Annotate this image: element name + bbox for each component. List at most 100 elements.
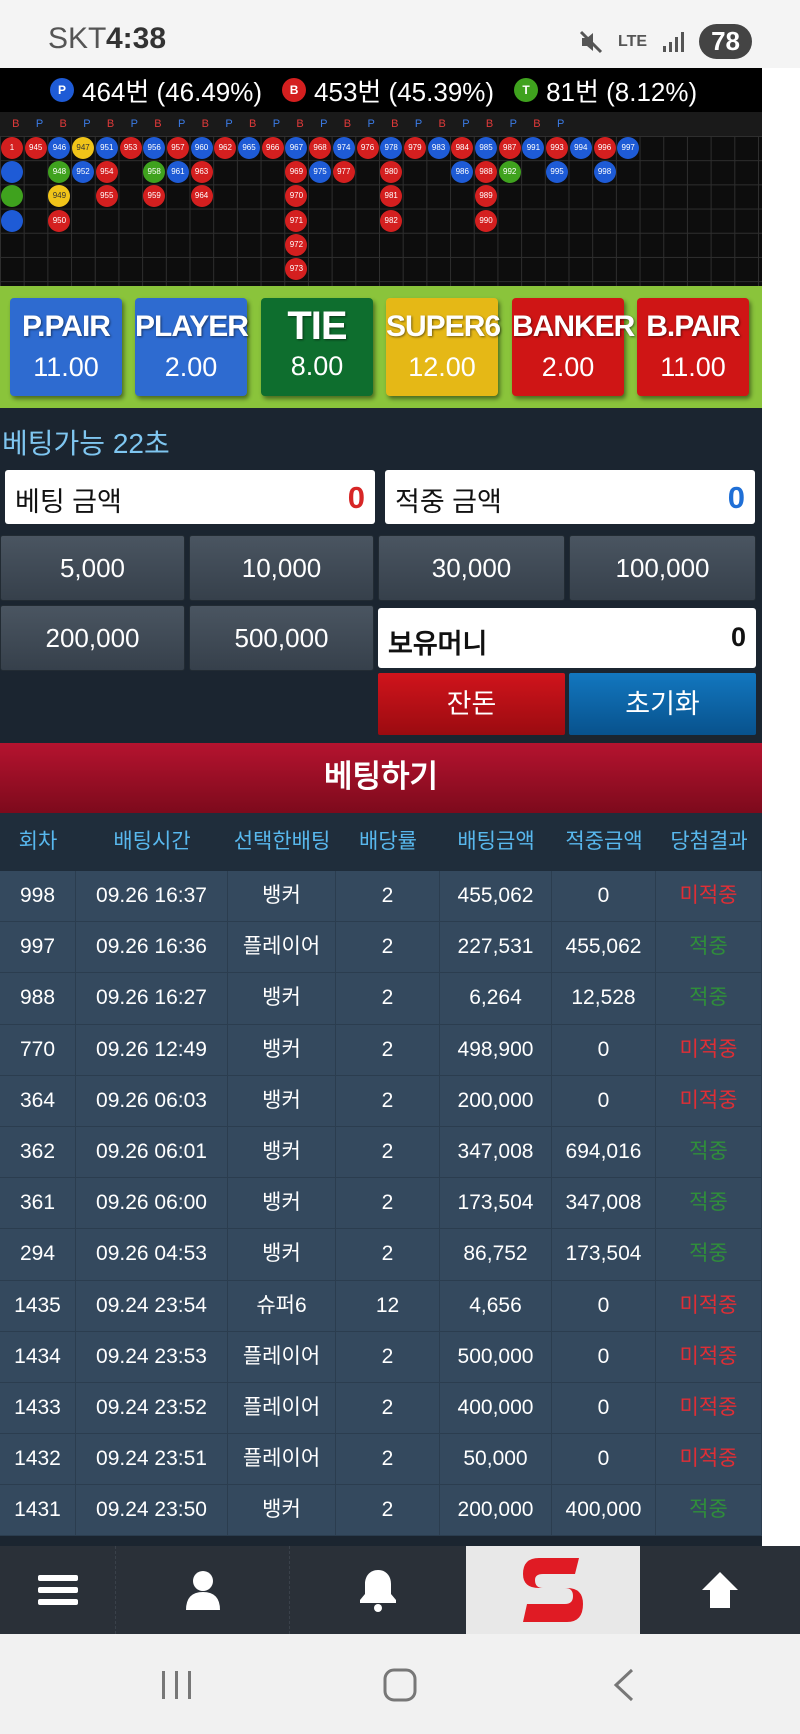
table-row: 988 09.26 16:27 뱅커 2 6,264 12,528 적중 bbox=[0, 973, 762, 1025]
bet-banker-button[interactable]: BANKER 2.00 bbox=[512, 298, 635, 396]
home-logo-button[interactable] bbox=[466, 1546, 640, 1634]
round-cell: 770 bbox=[0, 1024, 76, 1075]
win-amount-cell: 0 bbox=[552, 1280, 656, 1331]
round-cell: 988 bbox=[0, 973, 76, 1024]
selection-cell: 플레이어 bbox=[228, 1434, 336, 1485]
bead: 948 bbox=[48, 161, 71, 184]
table-row: 1435 09.24 23:54 슈퍼6 12 4,656 0 미적중 bbox=[0, 1280, 762, 1332]
win-amount-cell: 12,528 bbox=[552, 973, 656, 1024]
bet-odds: 11.00 bbox=[660, 352, 726, 382]
bead: 984 bbox=[451, 137, 474, 159]
road-header-cell: B bbox=[533, 118, 541, 130]
bet-time-cell: 09.26 04:53 bbox=[76, 1229, 228, 1280]
result-cell: 미적중 bbox=[656, 1331, 762, 1382]
bet-amount-cell: 50,000 bbox=[440, 1434, 552, 1485]
status-bar: SKT 4:38 LTE 78 bbox=[0, 0, 800, 68]
selection-cell: 뱅커 bbox=[228, 1229, 336, 1280]
menu-button[interactable] bbox=[0, 1546, 116, 1634]
result-cell: 적중 bbox=[656, 922, 762, 973]
tie-badge: T bbox=[514, 78, 539, 102]
bead: 995 bbox=[546, 161, 569, 184]
player-badge: P bbox=[50, 78, 74, 102]
win-amount-value: 0 bbox=[727, 480, 745, 515]
bead: 964 bbox=[190, 185, 213, 208]
place-bet-button[interactable]: 베팅하기 bbox=[0, 743, 762, 813]
bead: 997 bbox=[617, 137, 640, 159]
result-cell: 미적중 bbox=[656, 871, 762, 922]
selection-cell: 뱅커 bbox=[228, 1485, 336, 1536]
round-cell: 362 bbox=[0, 1126, 76, 1178]
betting-countdown: 베팅가능 22초 bbox=[2, 428, 170, 459]
bead: 980 bbox=[380, 161, 403, 184]
banker-stat: B 453번 (45.39%) bbox=[282, 72, 494, 109]
bead: 982 bbox=[380, 209, 403, 232]
bead: 954 bbox=[95, 161, 118, 184]
win-amount-cell: 0 bbox=[552, 1024, 656, 1075]
bead: 958 bbox=[143, 161, 166, 184]
road-header-cell: B bbox=[438, 118, 446, 130]
battery-level: 78 bbox=[699, 24, 752, 59]
chip-10000[interactable]: 10,000 bbox=[189, 535, 374, 601]
bead: 973 bbox=[285, 258, 308, 280]
s-logo bbox=[523, 1558, 583, 1622]
win-amount-cell: 400,000 bbox=[552, 1485, 656, 1536]
odds-cell: 2 bbox=[336, 973, 440, 1024]
chip-200000[interactable]: 200,000 bbox=[0, 605, 185, 671]
bet-banker-pair-button[interactable]: B.PAIR 11.00 bbox=[637, 298, 749, 396]
road-header-cell: P bbox=[35, 118, 44, 130]
bead: 1 bbox=[1, 137, 23, 159]
bet-amount-field: 베팅 금액 0 bbox=[5, 470, 375, 524]
user-button[interactable] bbox=[116, 1546, 290, 1634]
bet-player-button[interactable]: PLAYER 2.00 bbox=[135, 298, 249, 396]
round-cell: 1433 bbox=[0, 1382, 76, 1434]
selection-cell: 뱅커 bbox=[228, 1075, 336, 1126]
road-header-cell: B bbox=[12, 118, 20, 130]
player-stat: P 464번 (46.49%) bbox=[50, 72, 262, 109]
table-row: 998 09.26 16:37 뱅커 2 455,062 0 미적중 bbox=[0, 871, 762, 923]
bet-label: TIE bbox=[287, 304, 347, 348]
recent-apps-icon[interactable] bbox=[160, 1668, 194, 1702]
banker-stat-text: 453번 (45.39%) bbox=[314, 76, 495, 107]
bet-time-cell: 09.26 06:01 bbox=[76, 1126, 228, 1178]
back-icon[interactable] bbox=[610, 1667, 636, 1703]
result-cell: 적중 bbox=[656, 1485, 762, 1536]
mute-icon bbox=[579, 30, 603, 53]
bead: 959 bbox=[143, 185, 166, 208]
road-header-cell: P bbox=[272, 118, 281, 130]
win-amount-cell: 0 bbox=[552, 1331, 656, 1382]
change-button[interactable]: 잔돈 bbox=[378, 673, 565, 735]
banker-badge: B bbox=[282, 78, 307, 102]
road-header-cell: B bbox=[249, 118, 257, 130]
win-amount-cell: 694,016 bbox=[552, 1126, 656, 1178]
bet-time-cell: 09.26 16:27 bbox=[76, 973, 228, 1024]
bet-amount-cell: 500,000 bbox=[440, 1331, 552, 1382]
home-icon[interactable] bbox=[382, 1667, 418, 1703]
bet-player-pair-button[interactable]: P.PAIR 11.00 bbox=[10, 298, 122, 396]
win-amount-cell: 0 bbox=[552, 871, 656, 922]
round-cell: 1432 bbox=[0, 1434, 76, 1485]
menu-icon bbox=[37, 1575, 78, 1605]
notification-button[interactable] bbox=[290, 1546, 466, 1634]
tie-stat: T 81번 (8.12%) bbox=[514, 72, 697, 109]
round-cell: 1434 bbox=[0, 1331, 76, 1382]
bet-time-cell: 09.26 06:00 bbox=[76, 1178, 228, 1229]
chip-500000[interactable]: 500,000 bbox=[189, 605, 374, 671]
bead: 945 bbox=[24, 137, 47, 159]
bead: 949 bbox=[48, 185, 71, 208]
reset-button[interactable]: 초기화 bbox=[569, 673, 756, 735]
history-table-header: 회차 배팅시간 선택한배팅 배당률 배팅금액 적중금액 당첨결과 bbox=[0, 813, 762, 871]
win-amount-label: 적중 금액 bbox=[395, 487, 502, 517]
bet-super6-button[interactable]: SUPER6 12.00 bbox=[386, 298, 501, 396]
result-cell: 미적중 bbox=[656, 1382, 762, 1434]
bet-amount-cell: 4,656 bbox=[440, 1280, 552, 1331]
game-panel: P 464번 (46.49%) B 453번 (45.39%) T 81번 (8… bbox=[0, 68, 762, 1546]
chip-30000[interactable]: 30,000 bbox=[378, 535, 565, 601]
chip-100000[interactable]: 100,000 bbox=[569, 535, 756, 601]
bet-tie-button[interactable]: TIE 8.00 bbox=[261, 298, 373, 396]
win-amount-cell: 0 bbox=[552, 1434, 656, 1485]
chip-5000[interactable]: 5,000 bbox=[0, 535, 185, 601]
selection-cell: 플레이어 bbox=[228, 922, 336, 973]
scroll-top-button[interactable] bbox=[640, 1546, 800, 1634]
tie-stat-text: 81번 (8.12%) bbox=[546, 76, 698, 107]
arrow-up-icon bbox=[702, 1572, 738, 1608]
